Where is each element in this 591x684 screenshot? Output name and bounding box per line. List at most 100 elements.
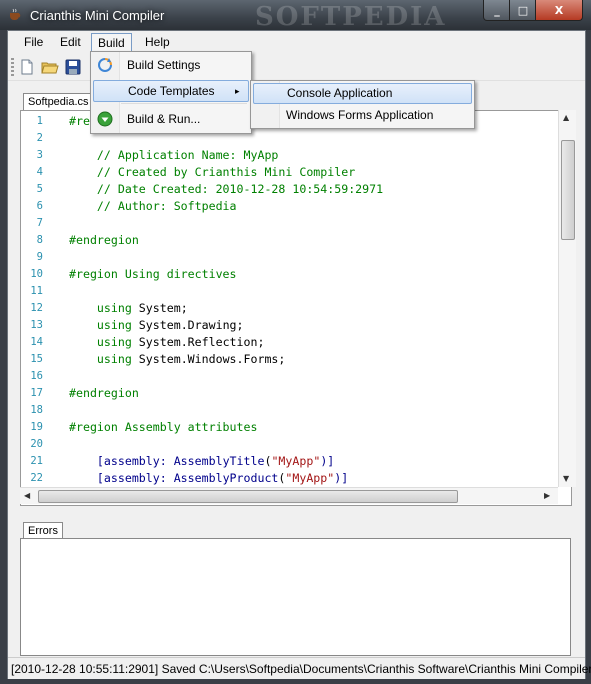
line-number: 11 [30,285,43,297]
status-bar: [2010-12-28 10:55:11:2901] Saved C:\User… [8,657,591,679]
errors-panel: Errors [20,518,583,656]
line-number: 9 [36,251,43,263]
menu-item-label: Code Templates [128,84,215,98]
line-number: 10 [30,268,43,280]
code-text: [assembly: AssemblyProduct("MyApp")] [69,470,348,487]
horizontal-scrollbar[interactable]: ◀ ▶ [20,487,558,504]
new-file-icon[interactable] [18,58,36,76]
code-line[interactable]: 16 [21,368,541,385]
scroll-left-icon[interactable]: ◀ [24,491,30,500]
line-number: 5 [36,183,43,195]
app-icon [10,8,21,20]
code-token: "MyApp" [285,471,335,485]
code-line[interactable]: 4 // Created by Crianthis Mini Compiler [21,164,541,181]
close-button[interactable]: X [535,0,583,21]
code-line[interactable]: 19 #region Assembly attributes [21,419,541,436]
code-line[interactable]: 20 [21,436,541,453]
menu-item-code-templates[interactable]: Code Templates ▸ [93,80,249,102]
scroll-up-icon[interactable]: ▲ [563,113,569,122]
maximize-button[interactable]: □ [509,0,537,21]
submenu-arrow-icon: ▸ [235,86,240,96]
code-token: #region Using directives [69,267,237,281]
code-token: using [69,301,132,315]
errors-list[interactable] [20,538,571,656]
line-number: 6 [36,200,43,212]
line-number: 2 [36,132,43,144]
code-token: [assembly: [69,471,174,485]
code-editor[interactable]: 1 #re 2 3 // Application Name: MyApp 4 // Cr… [20,110,572,506]
code-line[interactable]: 10 #region Using directives [21,266,541,283]
code-text: // Application Name: MyApp [69,147,279,164]
code-line[interactable]: 12 using System; [21,300,541,317]
watermark: SOFTPEDIA [255,2,447,32]
code-token: System; [131,301,188,315]
code-line[interactable]: 13 using System.Drawing; [21,317,541,334]
vertical-scroll-thumb[interactable] [561,140,575,240]
code-line[interactable]: 14 using System.Reflection; [21,334,541,351]
open-folder-icon[interactable] [41,58,59,76]
code-token: AssemblyTitle [173,454,265,468]
tab-softpedia-cs[interactable]: Softpedia.cs [23,93,94,110]
status-text: [2010-12-28 10:55:11:2901] Saved C:\User… [11,662,591,676]
code-token: System.Windows.Forms; [131,352,286,366]
code-token: [assembly: [69,454,174,468]
line-number: 16 [30,370,43,382]
menu-build[interactable]: Build [91,33,132,53]
code-line[interactable]: 11 [21,283,541,300]
code-line[interactable]: 9 [21,249,541,266]
code-token: )] [334,471,349,485]
horizontal-scroll-thumb[interactable] [38,490,458,503]
code-token: System.Reflection; [131,335,265,349]
menu-item-build-settings[interactable]: Build Settings [93,54,249,76]
menu-help[interactable]: Help [139,33,176,51]
line-number: 17 [30,387,43,399]
refresh-icon [98,58,112,72]
menu-edit[interactable]: Edit [54,33,87,51]
code-line[interactable]: 6 // Author: Softpedia [21,198,541,215]
code-line[interactable]: 22 [assembly: AssemblyProduct("MyApp")] [21,470,541,487]
code-line[interactable]: 3 // Application Name: MyApp [21,147,541,164]
code-line[interactable]: 18 [21,402,541,419]
scroll-down-icon[interactable]: ▼ [563,474,569,483]
code-line[interactable]: 5 // Date Created: 2010-12-28 10:54:59:2… [21,181,541,198]
code-token: using [69,318,132,332]
line-number: 19 [30,421,43,433]
code-line[interactable]: 15 using System.Windows.Forms; [21,351,541,368]
menu-item-build-run[interactable]: Build & Run... [93,108,249,130]
line-number: 8 [36,234,43,246]
menu-item-windows-forms-application[interactable]: Windows Forms Application [253,105,472,126]
line-number: 15 [30,353,43,365]
code-text: // Date Created: 2010-12-28 10:54:59:297… [69,181,383,198]
code-line[interactable]: 21 [assembly: AssemblyTitle("MyApp")] [21,453,541,470]
code-token: #endregion [69,386,139,400]
code-text: #re [69,113,90,130]
code-text: using System.Reflection; [69,334,265,351]
code-token: AssemblyProduct [173,471,279,485]
code-token: // Created by Crianthis Mini Compiler [69,165,356,179]
code-line[interactable]: 8 #endregion [21,232,541,249]
minimize-button[interactable]: _ [483,0,511,21]
line-number: 21 [30,455,43,467]
vertical-scrollbar[interactable]: ▲ ▼ [558,110,576,487]
menu-item-label: Windows Forms Application [286,108,434,122]
code-line[interactable]: 17 #endregion [21,385,541,402]
window-title: Crianthis Mini Compiler [30,8,165,23]
code-text: // Created by Crianthis Mini Compiler [69,164,355,181]
toolbar-grip[interactable] [11,58,14,76]
save-icon[interactable] [64,58,82,76]
code-token: using [69,352,132,366]
line-number: 12 [30,302,43,314]
code-token: using [69,335,132,349]
menu-file[interactable]: File [18,33,49,51]
line-number: 18 [30,404,43,416]
code-text: using System.Windows.Forms; [69,351,285,368]
menu-bar: File Edit Build Help [8,31,585,53]
menu-item-console-application[interactable]: Console Application [253,83,472,104]
code-token: #region Assembly attributes [69,420,258,434]
line-number: 13 [30,319,43,331]
scroll-right-icon[interactable]: ▶ [544,491,550,500]
run-icon [97,111,113,127]
code-line[interactable]: 7 [21,215,541,232]
line-number: 3 [36,149,43,161]
line-number: 1 [36,115,43,127]
